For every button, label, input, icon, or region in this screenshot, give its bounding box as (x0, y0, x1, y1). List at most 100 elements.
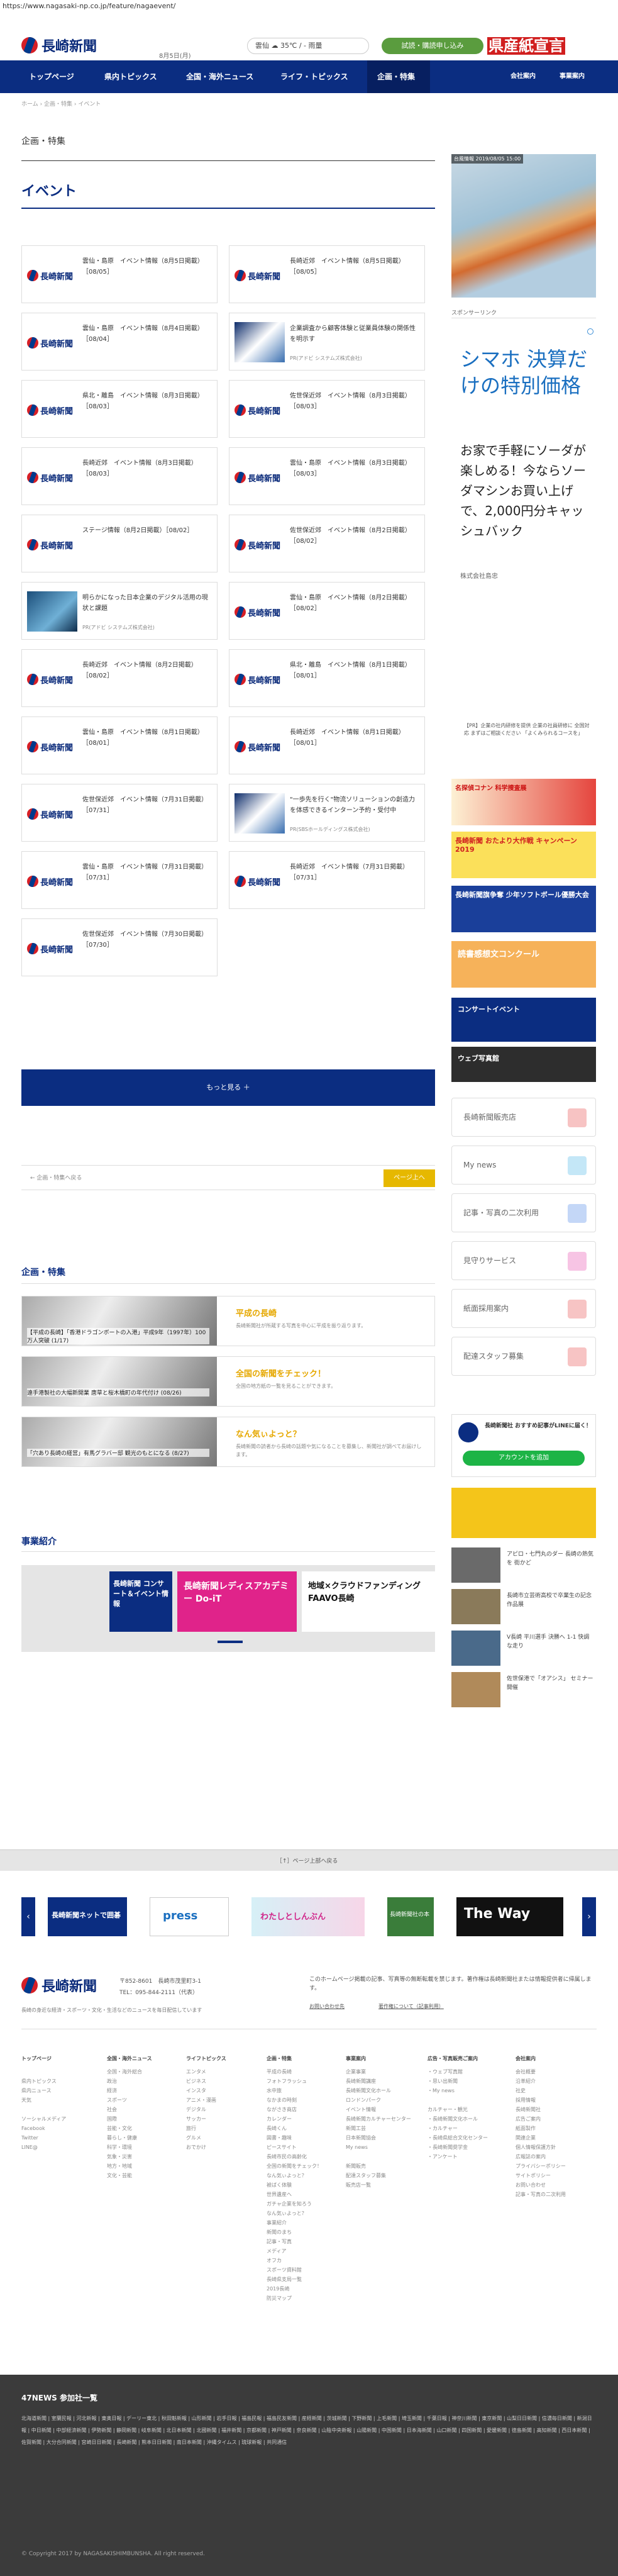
footer-link[interactable]: 暮らし・健康 (107, 2133, 176, 2143)
article-card[interactable]: 長崎新聞 佐世保近郊 イベント情報（7月30日掲載）［07/30］ (21, 918, 218, 976)
footer-link[interactable]: 水中旅 (267, 2086, 336, 2095)
footer-link[interactable]: スポーツ (107, 2095, 176, 2105)
footer-link[interactable]: 個人情報保護方針 (516, 2143, 585, 2152)
sidebar-event-banner[interactable] (451, 1488, 596, 1538)
footer-link[interactable]: 会社概要 (516, 2067, 585, 2077)
footer-column-head[interactable]: 広告・写真販売ご案内 (428, 2054, 497, 2063)
footer-link[interactable]: オフカ (267, 2256, 336, 2265)
banner-next-button[interactable]: › (582, 1897, 596, 1936)
footer-link[interactable]: なん気ぃよっと？ (267, 2209, 336, 2218)
footer-link[interactable]: 事業紹介 (267, 2218, 336, 2228)
ranking-item[interactable]: アピロ・七門丸のダー 長崎の熱気を 街かど (451, 1547, 596, 1585)
bottom-banner-igo[interactable]: 長崎新聞ネットで囲碁 (48, 1897, 127, 1936)
footer-link[interactable]: 新聞工芸 (346, 2124, 415, 2133)
footer-link[interactable]: ・アンケート (428, 2152, 497, 2161)
footer-link[interactable]: ・ウェブ写真館 (428, 2067, 497, 2077)
feature-item[interactable]: 【平成の長崎】「香港ドラゴンボートの入港」平成9年（1997年）100万人突破 … (21, 1296, 435, 1346)
line-add-button[interactable]: アカウントを追加 (463, 1451, 585, 1466)
footer-link[interactable]: 世界遺産へ (267, 2190, 336, 2199)
nav-item-local[interactable]: 県内トピックス (97, 60, 179, 93)
banner-prev-button[interactable]: ‹ (21, 1897, 35, 1936)
bottom-banner-press[interactable]: press (150, 1897, 229, 1936)
footer-link[interactable]: 被ばく体験 (267, 2180, 336, 2190)
footer-link[interactable]: Twitter (21, 2133, 91, 2143)
footer-link[interactable]: My news (346, 2143, 415, 2152)
footer-link[interactable]: 新聞販売 (346, 2161, 415, 2171)
footer-link[interactable]: エンタメ (186, 2067, 255, 2077)
bottom-banner-books[interactable]: 長崎新聞社の本 (387, 1897, 434, 1936)
sidebar-banner-softball[interactable]: 長崎新聞旗争奪 少年ソフトボール優勝大会 (451, 886, 596, 932)
article-card[interactable]: 長崎新聞 長崎近郊 イベント情報（8月2日掲載）［08/02］ (21, 649, 218, 707)
footer-link[interactable]: 販売店一覧 (346, 2180, 415, 2190)
footer-link[interactable]: イベント情報 (346, 2105, 415, 2114)
footer-link[interactable]: カレンダー (267, 2114, 336, 2124)
site-logo[interactable]: 長崎新聞 (21, 35, 97, 55)
article-card[interactable]: 長崎新聞 佐世保近郊 イベント情報（8月3日掲載）［08/03］ (229, 380, 425, 438)
footer-link[interactable]: 沿革紹介 (516, 2077, 585, 2086)
footer-link[interactable]: お問い合わせ (516, 2180, 585, 2190)
browser-url-bar[interactable]: https://www.nagasaki-np.co.jp/feature/na… (0, 0, 618, 13)
nav-item-top[interactable]: トップページ (21, 60, 97, 93)
footer-link[interactable]: 紙面製作 (516, 2124, 585, 2133)
nav-item-national[interactable]: 全国・海外ニュース (179, 60, 273, 93)
header-ad-banner[interactable]: 県産紙宣言 (487, 35, 600, 57)
network-links[interactable]: 北海道新聞 | 室蘭民報 | 河北新報 | 東奥日報 | デーリー東北 | 秋田… (21, 2412, 597, 2448)
footer-column-head[interactable]: 全国・海外ニュース (107, 2054, 176, 2063)
sidebar-link[interactable]: 記事・写真の二次利用 (451, 1193, 596, 1232)
footer-link[interactable]: 長崎新聞文化ホール (346, 2086, 415, 2095)
weather-widget[interactable]: 雲仙 ☁ 35℃ / - 雨量 (247, 38, 369, 54)
footer-link[interactable]: スポーツ資料館 (267, 2265, 336, 2275)
sidebar-banner-campaign[interactable]: 長崎新聞 おたより大作戦 キャンペーン2019 (451, 832, 596, 878)
sidebar-banner-essay[interactable]: 読書感想文コンクール (451, 941, 596, 988)
footer-link[interactable]: 長崎くん (267, 2124, 336, 2133)
faavo-banner[interactable]: 地域×クラウドファンディング FAAVO長崎 (302, 1571, 435, 1632)
bottom-banner-theway[interactable]: The Way (456, 1897, 563, 1936)
footer-link[interactable]: カルチャー・観光 (428, 2105, 497, 2114)
footer-link[interactable]: 天気 (21, 2095, 91, 2105)
footer-link[interactable]: 科学・環境 (107, 2143, 176, 2152)
sidebar-banner-conan[interactable]: 名探偵コナン 科学捜査展 (451, 779, 596, 825)
footer-link[interactable]: 採用情報 (516, 2095, 585, 2105)
sidebar-link[interactable]: 長崎新聞販売店 (451, 1098, 596, 1137)
load-more-button[interactable]: もっと見る ＋ (21, 1069, 435, 1106)
article-card[interactable]: 長崎新聞 雲仙・島原 イベント情報（8月5日掲載）［08/05］ (21, 245, 218, 303)
footer-link[interactable]: 配達スタッフ募集 (346, 2171, 415, 2180)
footer-link[interactable]: 気象・災害 (107, 2152, 176, 2161)
footer-link[interactable]: デジタル (186, 2105, 255, 2114)
sidebar-banner-photo[interactable]: ウェブ写真館 (451, 1047, 596, 1082)
footer-link[interactable]: おでかけ (186, 2143, 255, 2152)
footer-link[interactable]: 平成の長崎 (267, 2067, 336, 2077)
footer-link[interactable]: ・My news (428, 2086, 497, 2095)
sidebar-link[interactable]: 配達スタッフ募集 (451, 1337, 596, 1376)
footer-link[interactable]: 政治 (107, 2077, 176, 2086)
article-card[interactable]: 長崎新聞 佐世保近郊 イベント情報（7月31日掲載）［07/31］ (21, 784, 218, 842)
footer-link[interactable]: ・長崎新聞奨学金 (428, 2143, 497, 2152)
trial-subscribe-button[interactable]: 試読・購読申し込み (382, 38, 483, 54)
footer-link[interactable]: ビジネス (186, 2077, 255, 2086)
footer-link[interactable]: 社史 (516, 2086, 585, 2095)
footer-link[interactable]: 長崎県支局一覧 (267, 2275, 336, 2284)
footer-link[interactable]: 地方・地域 (107, 2161, 176, 2171)
footer-link[interactable]: なん気ぃよっと？ (267, 2171, 336, 2180)
footer-link[interactable]: ・長崎新聞文化ホール (428, 2114, 497, 2124)
article-card[interactable]: 長崎新聞 県北・離島 イベント情報（8月1日掲載）［08/01］ (229, 649, 425, 707)
article-card[interactable]: 長崎新聞 雲仙・島原 イベント情報（8月2日掲載）［08/02］ (229, 582, 425, 640)
article-card[interactable]: 長崎新聞 佐世保近郊 イベント情報（8月2日掲載）［08/02］ (229, 515, 425, 572)
nav-item-life[interactable]: ライフ・トピックス (273, 60, 367, 93)
footer-link[interactable]: Facebook (21, 2124, 91, 2133)
footer-link[interactable]: サッカー (186, 2114, 255, 2124)
page-top-link[interactable]: ［↑］ページ上部へ戻る (277, 1856, 338, 1865)
footer-link[interactable]: 国際 (107, 2114, 176, 2124)
typhoon-map[interactable]: 台風情報 2019/08/05 15:00 (451, 154, 596, 298)
sidebar-link[interactable]: 紙面採用案内 (451, 1289, 596, 1328)
breadcrumb[interactable]: ホーム › 企画・特集 › イベント (21, 99, 101, 108)
footer-link[interactable]: LINE@ (21, 2143, 91, 2152)
sidebar-ad-body[interactable]: お家で手軽にソーダが楽しめる！今ならソーダマシンお買い上げで、2,000円分キャ… (460, 440, 592, 541)
article-card[interactable]: 長崎新聞 長崎近郊 イベント情報（7月31日掲載）［07/31］ (229, 851, 425, 909)
footer-logo[interactable]: 長崎新聞 (21, 1975, 97, 1995)
business-slider[interactable]: 長崎新聞 コンサート＆イベント情報 長崎新聞レディスアカデミー Do-iT 地域… (21, 1565, 435, 1652)
article-card[interactable]: 長崎新聞 ステージ情報（8月2日掲載）［08/02］ (21, 515, 218, 572)
footer-link[interactable] (21, 2067, 91, 2077)
footer-link[interactable]: 2019長崎 (267, 2284, 336, 2294)
slider-indicator[interactable] (218, 1641, 243, 1643)
